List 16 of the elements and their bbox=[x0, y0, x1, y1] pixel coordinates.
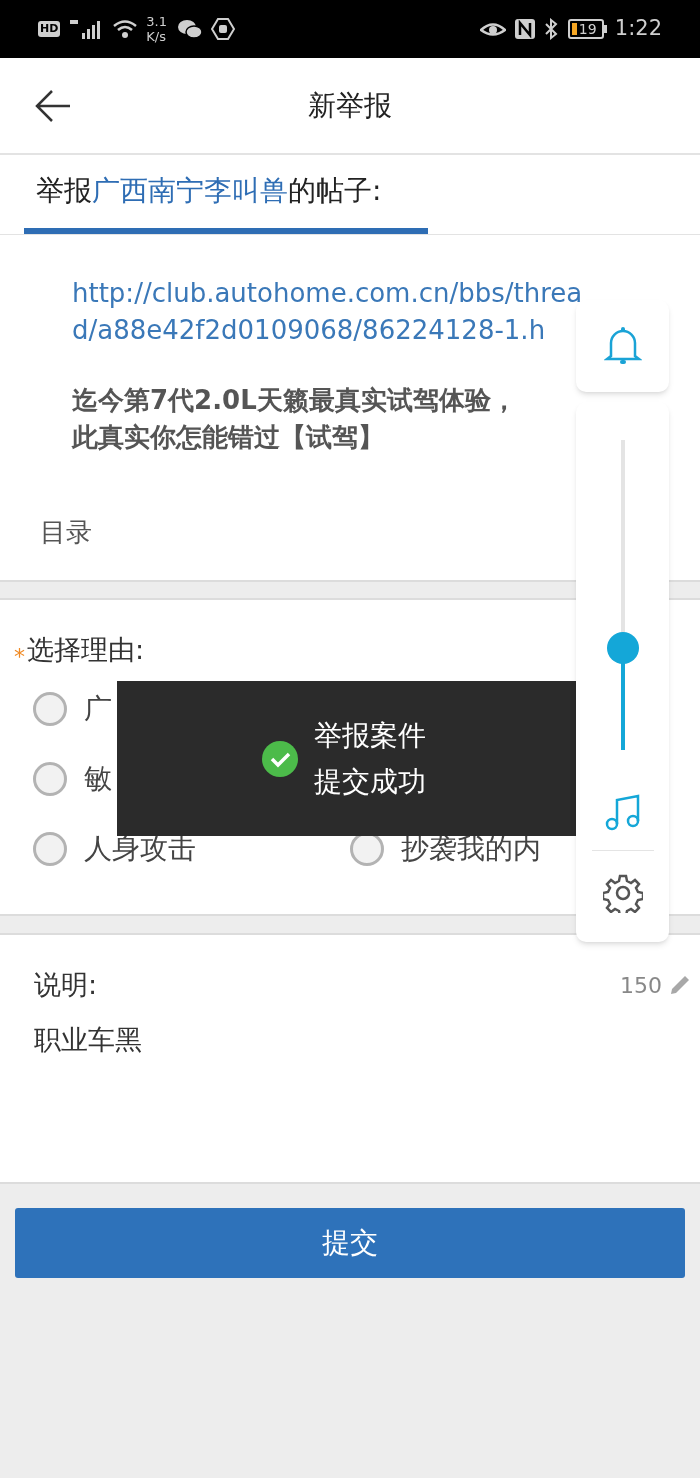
post-title: 迄今第7代2.0L天籁最真实试驾体验， bbox=[72, 384, 518, 417]
network-speed: 3.1 bbox=[146, 14, 168, 29]
section-heading: 目录 bbox=[40, 516, 93, 548]
toast-message: 举报案件 bbox=[314, 717, 426, 754]
description-label: 说明: bbox=[34, 968, 98, 1002]
report-target-text: 举报广西南宁李叫兽的帖子: bbox=[36, 173, 382, 209]
page-title: 新举报 bbox=[308, 87, 392, 124]
hd-icon: HD bbox=[38, 21, 61, 37]
required-mark: * bbox=[14, 646, 25, 668]
battery-level: 19 bbox=[578, 22, 597, 36]
reason-label: 选择理由: bbox=[27, 633, 145, 667]
clock: 1:22 bbox=[614, 15, 662, 43]
toast-message: 提交成功 bbox=[314, 763, 426, 800]
network-speed-unit: K/s bbox=[146, 29, 168, 44]
character-counter: 150 bbox=[620, 971, 662, 1000]
post-title: 此真实你怎能错过【试驾】 bbox=[72, 421, 385, 454]
